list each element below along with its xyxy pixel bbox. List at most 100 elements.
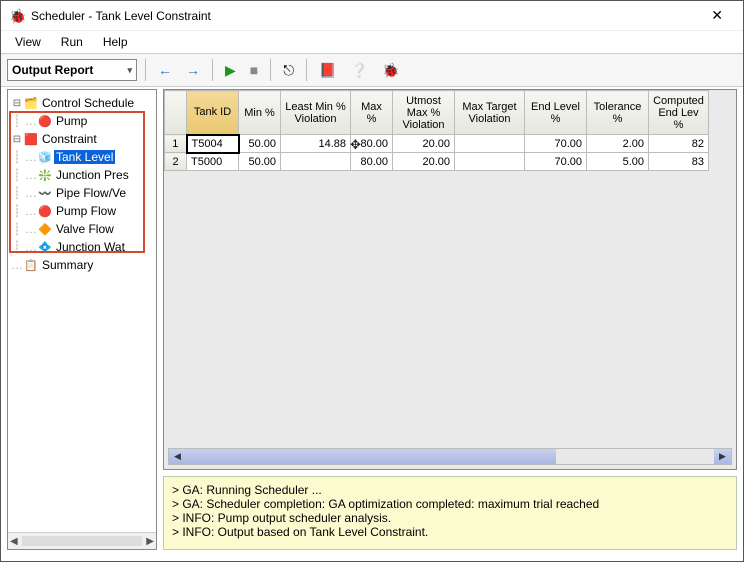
scroll-right-icon[interactable]: ▶ (146, 536, 154, 547)
tree-item-valve-flow[interactable]: ┊…🔶 Valve Flow (10, 220, 154, 238)
tree-item-pipe-flow[interactable]: ┊…〰️ Pipe Flow/Ve (10, 184, 154, 202)
cell[interactable]: 5.00 (587, 153, 649, 171)
play-button[interactable]: ▶ (221, 60, 240, 81)
tree-root-label: Control Schedule (40, 96, 136, 110)
row-header[interactable]: 1 (165, 135, 187, 153)
cell[interactable]: 80.00 (351, 135, 393, 153)
title-bar: 🐞 Scheduler - Tank Level Constraint ✕ (1, 1, 743, 31)
scroll-left-icon[interactable]: ◀ (10, 536, 18, 547)
tree-item-label: Valve Flow (54, 222, 116, 236)
close-button[interactable]: ✕ (699, 3, 735, 28)
cell[interactable]: 20.00 (393, 153, 455, 171)
stop-button[interactable]: ■ (246, 60, 262, 80)
help-icon[interactable]: ❔ (347, 60, 372, 81)
scroll-track[interactable] (186, 449, 714, 464)
tree-pump[interactable]: ┊…🔴 Pump (10, 112, 154, 130)
cell[interactable] (455, 153, 525, 171)
tree-item-label: Pump Flow (54, 204, 118, 218)
report-dropdown[interactable]: Output Report ▾ (7, 59, 137, 81)
window-title: Scheduler - Tank Level Constraint (31, 9, 699, 23)
toolbar: Output Report ▾ ← → ▶ ■ ⎋ 📕 ❔ 🐞 (1, 53, 743, 87)
pump-icon: 🔴 (38, 114, 52, 128)
tree-item-label: Junction Wat (54, 240, 127, 254)
tree-scrollbar[interactable]: ◀ ▶ (8, 532, 156, 549)
table-row[interactable]: 2 T5000 50.00 80.00 20.00 70.00 5.00 83 (165, 153, 709, 171)
col-tolerance[interactable]: Tolerance % (587, 91, 649, 135)
data-grid: Tank ID Min % Least Min % Violation Max … (163, 89, 737, 470)
valve-icon: 🔶 (38, 222, 52, 236)
col-min[interactable]: Min % (239, 91, 281, 135)
cell[interactable]: 14.88 (281, 135, 351, 153)
scroll-left-icon[interactable]: ◀ (169, 449, 186, 464)
col-end-level[interactable]: End Level % (525, 91, 587, 135)
bug-icon[interactable]: 🐞 (378, 60, 403, 81)
toolbar-separator (270, 59, 271, 81)
cell[interactable]: 70.00 (525, 135, 587, 153)
table-row[interactable]: 1 T5004 50.00 14.88 80.00 20.00 70.00 2.… (165, 135, 709, 153)
tree-summary-label: Summary (40, 258, 95, 272)
tree-pump-label: Pump (54, 114, 89, 128)
col-least-min[interactable]: Least Min % Violation (281, 91, 351, 135)
cell[interactable]: 50.00 (239, 153, 281, 171)
col-max-target[interactable]: Max Target Violation (455, 91, 525, 135)
tree-root[interactable]: ⊟🗂️ Control Schedule (10, 94, 154, 112)
cell[interactable] (455, 135, 525, 153)
cell[interactable]: 20.00 (393, 135, 455, 153)
tree-constraint[interactable]: ⊟🟥 Constraint (10, 130, 154, 148)
scroll-thumb[interactable] (186, 449, 556, 464)
tool-icon[interactable]: ⎋ (279, 60, 298, 81)
cell[interactable]: 82 (649, 135, 709, 153)
log-line: > GA: Scheduler completion: GA optimizat… (172, 497, 728, 511)
cell-tank-id[interactable]: T5000 (187, 153, 239, 171)
menu-help[interactable]: Help (95, 33, 136, 51)
col-utmost-max[interactable]: Utmost Max % Violation (393, 91, 455, 135)
tree-panel: ⊟🗂️ Control Schedule ┊…🔴 Pump ⊟🟥 Constra… (7, 89, 157, 550)
grid-header-row: Tank ID Min % Least Min % Violation Max … (165, 91, 709, 135)
log-line: > INFO: Output based on Tank Level Const… (172, 525, 728, 539)
col-computed[interactable]: Computed End Lev % (649, 91, 709, 135)
tree-item-junction-pres[interactable]: ┊…❇️ Junction Pres (10, 166, 154, 184)
grid-scrollbar[interactable]: ◀ ▶ (168, 448, 732, 465)
col-tank-id[interactable]: Tank ID (187, 91, 239, 135)
log-panel: > GA: Running Scheduler ... > GA: Schedu… (163, 476, 737, 550)
tree: ⊟🗂️ Control Schedule ┊…🔴 Pump ⊟🟥 Constra… (8, 90, 156, 532)
cell[interactable]: 80.00 (351, 153, 393, 171)
tree-summary[interactable]: …📋 Summary (10, 256, 154, 274)
toolbar-separator (306, 59, 307, 81)
scroll-right-icon[interactable]: ▶ (714, 449, 731, 464)
cell[interactable]: 83 (649, 153, 709, 171)
tree-item-label: Junction Pres (54, 168, 131, 182)
col-rownum[interactable] (165, 91, 187, 135)
tree-item-tank-level[interactable]: ┊…🧊 Tank Level (10, 148, 154, 166)
menu-bar: View Run Help (1, 31, 743, 53)
menu-run[interactable]: Run (53, 33, 91, 51)
book-icon[interactable]: 📕 (315, 60, 340, 81)
cell-tank-id[interactable]: T5004 (187, 135, 239, 153)
col-max[interactable]: Max % (351, 91, 393, 135)
app-icon: 🐞 (9, 8, 25, 24)
junction-icon: ❇️ (38, 168, 52, 182)
tank-icon: 🧊 (38, 150, 52, 164)
junction-wat-icon: 💠 (38, 240, 52, 254)
cell[interactable]: 2.00 (587, 135, 649, 153)
log-line: > INFO: Pump output scheduler analysis. (172, 511, 728, 525)
back-button[interactable]: ← (154, 60, 176, 80)
menu-view[interactable]: View (7, 33, 49, 51)
schedule-icon: 🗂️ (24, 96, 38, 110)
tree-constraint-label: Constraint (40, 132, 99, 146)
constraint-icon: 🟥 (24, 132, 38, 146)
row-header[interactable]: 2 (165, 153, 187, 171)
pipe-icon: 〰️ (38, 186, 52, 200)
tree-item-junction-wat[interactable]: ┊…💠 Junction Wat (10, 238, 154, 256)
forward-button[interactable]: → (182, 60, 204, 80)
cell[interactable] (281, 153, 351, 171)
scroll-thumb[interactable] (22, 536, 143, 546)
summary-icon: 📋 (24, 258, 38, 272)
toolbar-separator (145, 59, 146, 81)
cell[interactable]: 50.00 (239, 135, 281, 153)
pump-flow-icon: 🔴 (38, 204, 52, 218)
cell[interactable]: 70.00 (525, 153, 587, 171)
tree-item-pump-flow[interactable]: ┊…🔴 Pump Flow (10, 202, 154, 220)
tree-item-label: Tank Level (54, 150, 115, 164)
toolbar-separator (212, 59, 213, 81)
